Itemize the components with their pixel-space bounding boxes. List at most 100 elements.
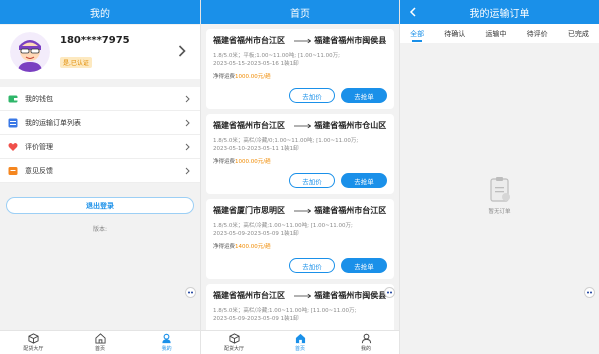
chat-icon — [587, 291, 592, 294]
order-status-tabs: 全部 待确认 运输中 待评价 已完成 — [400, 24, 599, 43]
home-icon — [295, 333, 305, 344]
tab-cargo-hall[interactable]: 配货大厅 — [201, 331, 267, 354]
mine-header: 我的 — [0, 0, 200, 24]
page-title: 我的运输订单 — [469, 8, 530, 20]
avatar-icon — [10, 32, 50, 72]
price-value: 1400.00元/趟 — [235, 244, 271, 250]
grab-order-button[interactable]: 去抢单 — [341, 88, 387, 103]
order-card[interactable]: 福建省厦门市思明区 福建省福州市台江区 1.8/5.0米；高栏/冷藏;1.00~… — [206, 199, 394, 279]
tab-label: 首页 — [95, 346, 106, 352]
tab-home[interactable]: 首页 — [67, 331, 134, 354]
order-card[interactable]: 福建省福州市台江区 福建省福州市闽侯县 1.8/5.0米；平板;1.00~11.… — [206, 29, 394, 109]
order-specs: 1.8/5.0米；高栏/冷藏;1.00~11.00吨; [1.00~11.00万… — [213, 223, 353, 229]
menu-item-transport-orders[interactable]: 我的运输订单列表 — [0, 111, 200, 135]
person-icon — [162, 333, 171, 344]
bottom-tabbar: 配货大厅 首页 我的 — [201, 330, 399, 354]
menu-item-feedback[interactable]: 意见反馈 — [0, 159, 200, 183]
tab-label: 配货大厅 — [223, 346, 244, 352]
tab-label: 首页 — [294, 346, 305, 352]
list-icon — [8, 118, 18, 128]
heart-icon — [8, 142, 18, 152]
bid-button[interactable]: 去加价 — [289, 258, 335, 273]
chevron-right-icon — [178, 45, 186, 57]
bottom-tabbar: 配货大厅 首页 我的 — [0, 330, 200, 354]
phone-number: 180****7975 — [60, 35, 130, 46]
home-icon — [94, 333, 106, 344]
empty-text: 暂无订单 — [488, 209, 511, 215]
order-route: 福建省福州市台江区 福建省福州市闽侯县 — [213, 290, 387, 301]
order-dates: 2023-05-10-2023-05-11 1装1卸 — [213, 146, 299, 152]
tab-pending-confirm[interactable]: 待确认 — [444, 24, 465, 43]
tab-label: 我的 — [161, 346, 172, 352]
tab-completed[interactable]: 已完成 — [568, 24, 589, 43]
tab-home[interactable]: 首页 — [267, 331, 333, 354]
page-title: 我的 — [90, 8, 110, 20]
order-route: 福建省福州市台江区 福建省福州市仓山区 — [213, 120, 387, 131]
chevron-right-icon — [185, 167, 190, 175]
menu-item-reviews[interactable]: 评价管理 — [0, 135, 200, 159]
feedback-icon — [8, 166, 18, 176]
price-label: 净得运费 — [213, 159, 236, 165]
destination: 福建省福州市闽侯县 — [314, 36, 387, 45]
grab-order-button[interactable]: 去抢单 — [341, 173, 387, 188]
orders-panel: 我的运输订单 全部 待确认 运输中 待评价 已完成 暂无订单 — [400, 0, 599, 354]
arrow-right-icon — [293, 208, 312, 213]
destination: 福建省福州市台江区 — [314, 206, 387, 215]
menu-label: 评价管理 — [25, 142, 53, 151]
order-specs: 1.8/5.0米；平板;1.00~11.00吨; [1.00~11.00万; — [213, 53, 340, 59]
order-route: 福建省福州市台江区 福建省福州市闽侯县 — [213, 35, 387, 46]
order-price: 净得运费1000.00元/趟 — [213, 157, 387, 165]
chat-float-button[interactable] — [384, 287, 395, 298]
tab-all[interactable]: 全部 — [410, 24, 424, 43]
version-label: 版本: — [92, 226, 108, 233]
order-card[interactable]: 福建省福州市台江区 福建省福州市闽侯县 1.8/5.0米；高栏/冷藏;1.00~… — [206, 284, 394, 334]
destination: 福建省福州市仓山区 — [314, 121, 387, 130]
tab-pending-review[interactable]: 待评价 — [527, 24, 548, 43]
arrow-right-icon — [293, 38, 312, 43]
menu-label: 我的钱包 — [25, 94, 53, 103]
bid-button[interactable]: 去加价 — [289, 173, 335, 188]
origin: 福建省福州市台江区 — [213, 36, 285, 45]
price-label: 净得运费 — [213, 244, 236, 250]
mine-panel: 我的 180****7975 是,已认证 我的钱包 我的运输订单列表 评价管理 … — [0, 0, 200, 354]
person-icon — [361, 333, 371, 344]
tab-label: 我的 — [360, 346, 371, 352]
order-specs: 1.8/5.0米；高栏/冷藏/0;1.00~11.00吨; [1.00~11.0… — [213, 138, 359, 144]
empty-state: 暂无订单 — [400, 176, 599, 215]
origin: 福建省厦门市思明区 — [213, 206, 285, 215]
orders-header: 我的运输订单 — [400, 0, 599, 24]
empty-document-icon — [489, 177, 510, 202]
tab-mine[interactable]: 我的 — [133, 331, 200, 354]
order-price: 净得运费1400.00元/趟 — [213, 242, 387, 250]
tab-cargo-hall[interactable]: 配货大厅 — [0, 331, 67, 354]
chat-float-button[interactable] — [584, 287, 595, 298]
home-header: 首页 — [201, 0, 399, 24]
price-value: 1000.00元/趟 — [235, 74, 271, 80]
order-dates: 2023-05-09-2023-05-09 1装1卸 — [213, 231, 299, 237]
menu-label: 意见反馈 — [25, 166, 53, 175]
arrow-right-icon — [293, 293, 312, 298]
grab-order-button[interactable]: 去抢单 — [341, 258, 387, 273]
menu-label: 我的运输订单列表 — [25, 118, 81, 127]
menu-list: 我的钱包 我的运输订单列表 评价管理 意见反馈 — [0, 87, 200, 183]
chevron-right-icon — [185, 119, 190, 127]
logout-button[interactable]: 退出登录 — [6, 197, 194, 214]
chat-float-button[interactable] — [185, 287, 196, 298]
order-price: 净得运费1000.00元/趟 — [213, 72, 387, 80]
profile-card[interactable]: 180****7975 是,已认证 — [0, 25, 200, 79]
order-card[interactable]: 福建省福州市台江区 福建省福州市仓山区 1.8/5.0米；高栏/冷藏/0;1.0… — [206, 114, 394, 194]
order-dates: 2023-05-09-2023-05-09 1装1卸 — [213, 316, 299, 322]
bid-button[interactable]: 去加价 — [289, 88, 335, 103]
chevron-right-icon — [185, 143, 190, 151]
tab-mine[interactable]: 我的 — [333, 331, 399, 354]
tab-in-transit[interactable]: 运输中 — [485, 24, 506, 43]
chat-icon — [387, 291, 392, 294]
order-dates: 2023-05-15-2023-05-16 1装1卸 — [213, 61, 299, 67]
page-title: 首页 — [290, 8, 310, 20]
chevron-left-icon — [409, 7, 416, 17]
tab-label: 配货大厅 — [23, 346, 44, 352]
back-button[interactable] — [406, 5, 420, 19]
cube-icon — [28, 333, 39, 344]
menu-item-wallet[interactable]: 我的钱包 — [0, 87, 200, 111]
destination: 福建省福州市闽侯县 — [314, 291, 387, 300]
